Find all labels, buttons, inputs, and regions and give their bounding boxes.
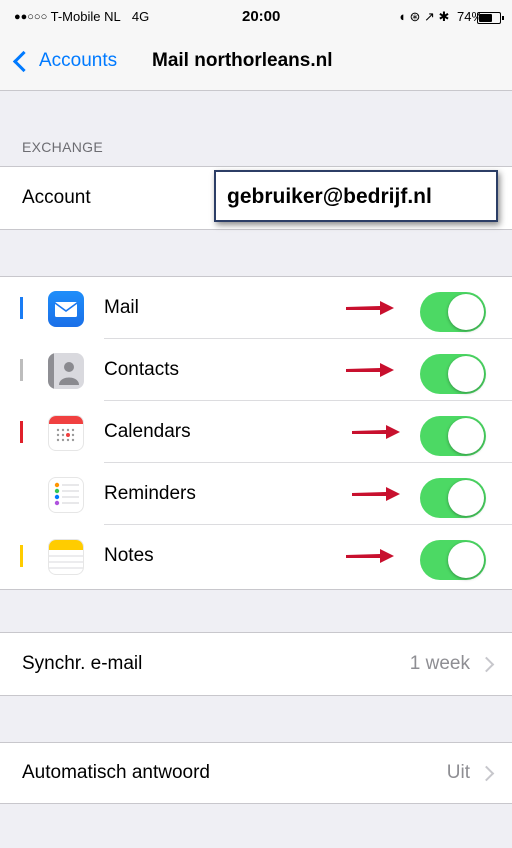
service-label: Mail (104, 297, 139, 318)
notes-icon (48, 539, 84, 575)
edge-mark (20, 359, 23, 381)
service-label: Contacts (104, 359, 179, 380)
sync-mail-row[interactable]: Synchr. e-mail 1 week (0, 632, 512, 696)
toggle-knob (448, 294, 484, 330)
status-glyphs-icon: ◖ ⊛ ↗ ✱ (398, 9, 450, 24)
service-row-reminders: Reminders (0, 463, 512, 525)
battery-fill (479, 14, 492, 22)
red-arrow-icon (352, 425, 400, 439)
toggle-knob (448, 418, 484, 454)
toggle-knob (448, 542, 484, 578)
network-type: 4G (131, 9, 150, 24)
reminders-icon (48, 477, 84, 513)
carrier-info: ●●○○○ T-Mobile NL 4G (14, 9, 149, 24)
section-header-exchange: EXCHANGE (22, 139, 103, 155)
service-row-mail: Mail (0, 277, 512, 339)
auto-reply-row[interactable]: Automatisch antwoord Uit (0, 742, 512, 804)
page-title: Mail northorleans.nl (152, 50, 333, 71)
edge-mark (20, 297, 23, 319)
battery-icon (477, 12, 504, 24)
status-icons: ◖ ⊛ ↗ ✱ 74% (398, 9, 483, 25)
status-bar: ●●○○○ T-Mobile NL 4G 20:00 ◖ ⊛ ↗ ✱ 74% (0, 0, 512, 36)
sync-label: Synchr. e-mail (22, 653, 143, 674)
chevron-left-icon (12, 50, 35, 72)
signal-dots: ●●○○○ (14, 11, 48, 23)
calendars-toggle[interactable] (420, 416, 486, 456)
account-email-callout: gebruiker@bedrijf.nl (214, 170, 498, 222)
navigation-bar: Accounts Mail northorleans.nl (0, 36, 512, 91)
service-row-notes: Notes (0, 525, 512, 587)
reminders-toggle[interactable] (420, 478, 486, 518)
red-arrow-icon (346, 301, 394, 315)
red-arrow-icon (346, 549, 394, 563)
auto-reply-label: Automatisch antwoord (22, 762, 210, 783)
sync-value: 1 week (409, 653, 470, 674)
chevron-right-icon (478, 656, 495, 673)
contacts-icon (48, 353, 84, 389)
auto-reply-value: Uit (446, 762, 470, 783)
service-label: Calendars (104, 421, 191, 442)
carrier-name: T-Mobile NL (50, 9, 121, 24)
chevron-right-icon (478, 765, 495, 782)
service-row-calendars: Calendars (0, 401, 512, 463)
mail-icon (48, 291, 84, 327)
notes-toggle[interactable] (420, 540, 486, 580)
mail-toggle[interactable] (420, 292, 486, 332)
calendar-icon (48, 415, 84, 451)
services-group: Mail Contacts Calendars Reminders Notes (0, 276, 512, 590)
account-label: Account (22, 187, 91, 208)
battery-nub (502, 16, 504, 20)
service-label: Notes (104, 545, 154, 566)
toggle-knob (448, 356, 484, 392)
service-row-contacts: Contacts (0, 339, 512, 401)
clock: 20:00 (242, 8, 281, 25)
contacts-toggle[interactable] (420, 354, 486, 394)
edge-mark (20, 545, 23, 567)
back-button[interactable]: Accounts (10, 50, 117, 72)
red-arrow-icon (346, 363, 394, 377)
toggle-knob (448, 480, 484, 516)
back-label: Accounts (39, 50, 118, 71)
edge-mark (20, 421, 23, 443)
service-label: Reminders (104, 483, 196, 504)
red-arrow-icon (352, 487, 400, 501)
